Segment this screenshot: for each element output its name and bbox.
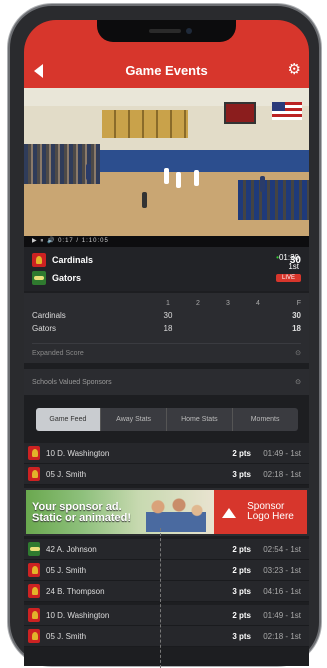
flag-image — [272, 102, 302, 120]
period: 1st — [288, 262, 299, 271]
points: 3 pts — [232, 586, 251, 596]
live-badge: LIVE — [275, 274, 301, 282]
player-name: 05 J. Smith — [46, 631, 87, 641]
player-name: 10 D. Washington — [46, 448, 110, 458]
game-clock: •01:20 1st — [276, 253, 299, 271]
gear-icon[interactable]: ⚙ — [288, 62, 301, 77]
feed-row[interactable]: 24 B. Thompson 3 pts 04:16 - 1st — [24, 581, 309, 602]
feed-row[interactable]: 10 D. Washington 2 pts 01:49 - 1st — [24, 443, 309, 464]
game-video-player[interactable] — [24, 88, 309, 236]
home-team-name: Cardinals — [52, 255, 94, 265]
points: 2 pts — [232, 565, 251, 575]
points: 3 pts — [232, 469, 251, 479]
expanded-score-toggle[interactable]: Expanded Score ⊙ — [32, 343, 301, 357]
event-time: 04:16 - 1st — [263, 586, 301, 596]
gators-logo-icon — [28, 542, 40, 556]
box-score: 1234F Cardinals 30 30 Gators 18 18 Expanded … — [24, 293, 309, 363]
scoreboard-in-video — [224, 102, 256, 124]
feed-row[interactable]: 05 J. Smith 3 pts 02:18 - 1st — [24, 626, 309, 647]
gators-logo-icon — [32, 271, 46, 285]
tab-bar: Game Feed Away Stats Home Stats Moments — [35, 407, 298, 431]
scroll-indicator — [160, 528, 161, 668]
cardinals-logo-icon — [28, 563, 40, 577]
feed-row[interactable]: 05 J. Smith 2 pts 03:23 - 1st — [24, 560, 309, 581]
box-score-header: 1234F — [166, 299, 301, 307]
event-time: 01:49 - 1st — [263, 448, 301, 458]
event-time: 02:18 - 1st — [263, 469, 301, 479]
feed-row[interactable]: 10 D. Washington 2 pts 01:49 - 1st — [24, 605, 309, 626]
cardinals-logo-icon — [28, 629, 40, 643]
points: 2 pts — [232, 610, 251, 620]
box-score-row: Cardinals 30 30 — [32, 311, 301, 320]
chevron-down-icon: ⊙ — [295, 350, 301, 357]
family-photo-image — [146, 496, 206, 532]
event-time: 02:54 - 1st — [263, 544, 301, 554]
sponsors-toggle[interactable]: Schools Valued Sponsors ⊙ — [24, 369, 309, 395]
player-name: 05 J. Smith — [46, 565, 87, 575]
page-title: Game Events — [125, 63, 208, 78]
points: 3 pts — [232, 631, 251, 641]
tab-away-stats[interactable]: Away Stats — [101, 407, 167, 431]
points: 2 pts — [232, 544, 251, 554]
player-name: 05 J. Smith — [46, 469, 87, 479]
event-time: 03:23 - 1st — [263, 565, 301, 575]
sponsor-logo-icon — [222, 508, 236, 518]
video-controls[interactable]: ▶ ⏸ 🔊 0:17 / 1:10:05 — [24, 236, 309, 247]
game-feed: 10 D. Washington 2 pts 01:49 - 1st 05 J.… — [24, 443, 309, 647]
event-time: 01:49 - 1st — [263, 610, 301, 620]
app-screen: Game Events ⚙ ▶ ⏸ 🔊 0:17 / 1:10:05 Cardi… — [24, 20, 309, 666]
phone-notch — [97, 20, 236, 42]
tab-bar-container: Game Feed Away Stats Home Stats Moments — [24, 395, 309, 443]
away-team-name: Gators — [52, 273, 82, 283]
feed-row[interactable]: 42 A. Johnson 2 pts 02:54 - 1st — [24, 539, 309, 560]
live-scoreboard: Cardinals 30 Gators 18 •01:201st LIVE — [24, 247, 309, 291]
chevron-down-icon: ⊙ — [295, 379, 301, 386]
cardinals-logo-icon — [28, 467, 40, 481]
cardinals-logo-icon — [28, 584, 40, 598]
tab-moments[interactable]: Moments — [233, 408, 298, 431]
sponsor-logo: Sponsor Logo Here — [214, 490, 307, 534]
cardinals-logo-icon — [28, 608, 40, 622]
event-time: 02:18 - 1st — [263, 631, 301, 641]
cardinals-logo-icon — [28, 446, 40, 460]
points: 2 pts — [232, 448, 251, 458]
ad-image: Your sponsor ad. Static or animated! — [26, 490, 214, 534]
tab-game-feed[interactable]: Game Feed — [35, 407, 102, 431]
box-score-row: Gators 18 18 — [32, 324, 301, 333]
cardinals-logo-icon — [32, 253, 46, 267]
feed-row[interactable]: 05 J. Smith 3 pts 02:18 - 1st — [24, 464, 309, 485]
player-name: 24 B. Thompson — [46, 586, 105, 596]
phone-frame: Game Events ⚙ ▶ ⏸ 🔊 0:17 / 1:10:05 Cardi… — [8, 4, 321, 666]
player-name: 10 D. Washington — [46, 610, 110, 620]
sponsor-ad-banner[interactable]: Your sponsor ad. Static or animated! Spon… — [24, 488, 309, 536]
tab-home-stats[interactable]: Home Stats — [167, 407, 233, 431]
player-name: 42 A. Johnson — [46, 544, 97, 554]
